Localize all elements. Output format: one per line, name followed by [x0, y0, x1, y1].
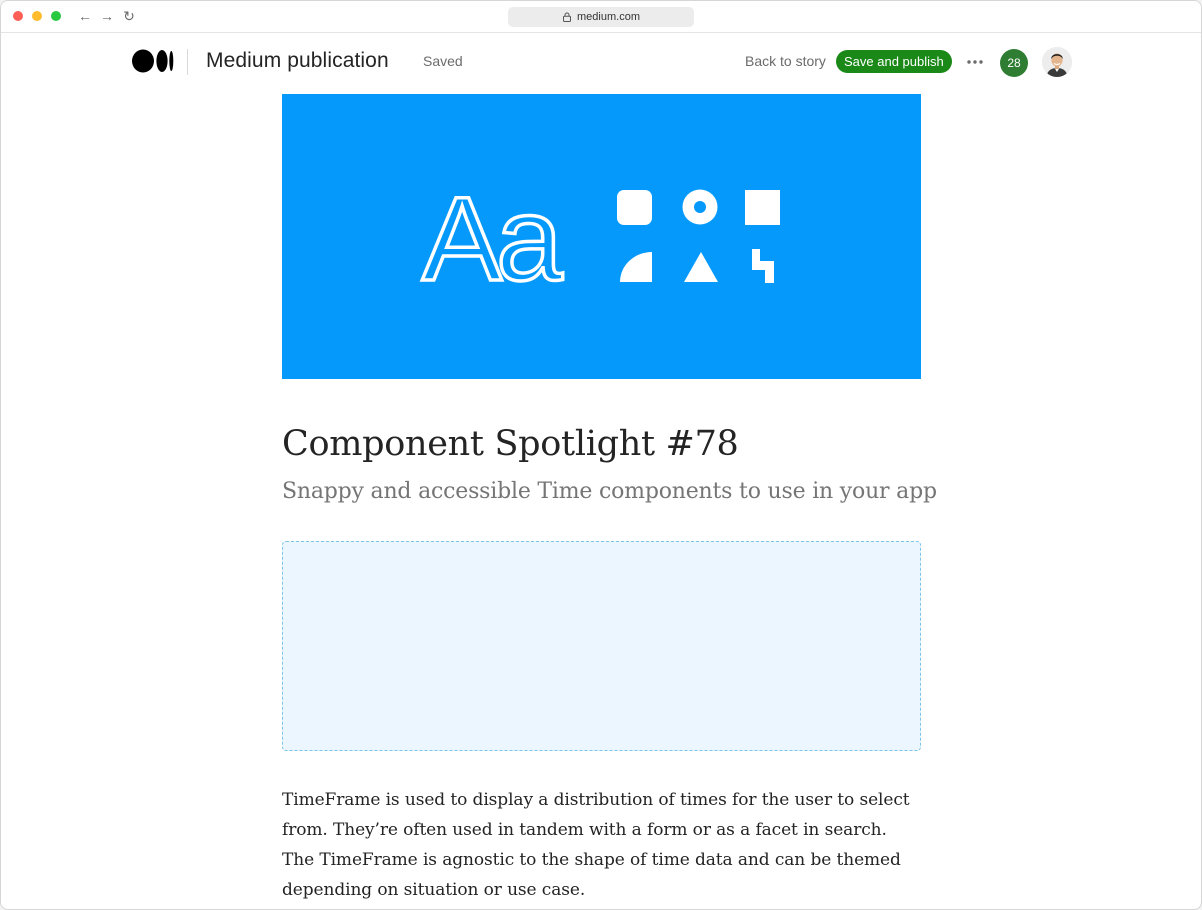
story-paragraph[interactable]: TimeFrame is used to display a distribut…	[282, 785, 922, 905]
address-bar[interactable]: medium.com	[508, 7, 694, 27]
story-subtitle[interactable]: Snappy and accessible Time components to…	[282, 477, 937, 507]
avatar-image	[1042, 47, 1072, 77]
lock-icon	[563, 12, 572, 22]
hero-image[interactable]: Aa	[282, 94, 921, 379]
forward-arrow-icon[interactable]: →	[99, 7, 115, 25]
browser-toolbar: ← → ↻ medium.com	[1, 1, 1201, 33]
publication-name[interactable]: Medium publication	[206, 49, 389, 73]
square-shape-icon	[745, 190, 780, 225]
save-and-publish-button[interactable]: Save and publish	[836, 50, 952, 73]
rounded-square-shape-icon	[617, 190, 652, 225]
back-arrow-icon[interactable]: ←	[77, 7, 93, 25]
user-avatar[interactable]	[1042, 47, 1072, 77]
triangle-shape-icon	[684, 252, 718, 282]
reload-icon[interactable]: ↻	[121, 7, 137, 25]
back-to-story-link[interactable]: Back to story	[745, 53, 826, 69]
url-text: medium.com	[577, 11, 640, 23]
zoom-window-button[interactable]	[51, 11, 61, 21]
embed-placeholder[interactable]	[282, 541, 921, 751]
more-options-icon[interactable]	[965, 52, 985, 72]
story-title[interactable]: Component Spotlight #78	[282, 420, 739, 468]
browser-window: ← → ↻ medium.com Medium publication Save…	[0, 0, 1202, 910]
quarter-circle-shape-icon	[620, 252, 652, 282]
close-window-button[interactable]	[13, 11, 23, 21]
notifications-badge[interactable]: 28	[1000, 49, 1028, 77]
header-divider	[187, 49, 188, 75]
minimize-window-button[interactable]	[32, 11, 42, 21]
editor-header: Medium publication Saved Back to story S…	[1, 33, 1201, 91]
save-status: Saved	[423, 53, 463, 69]
step-shape-icon	[752, 249, 774, 283]
medium-logo[interactable]	[132, 49, 174, 73]
hero-text: Aa	[422, 172, 563, 306]
hero-illustration: Aa	[420, 170, 780, 308]
